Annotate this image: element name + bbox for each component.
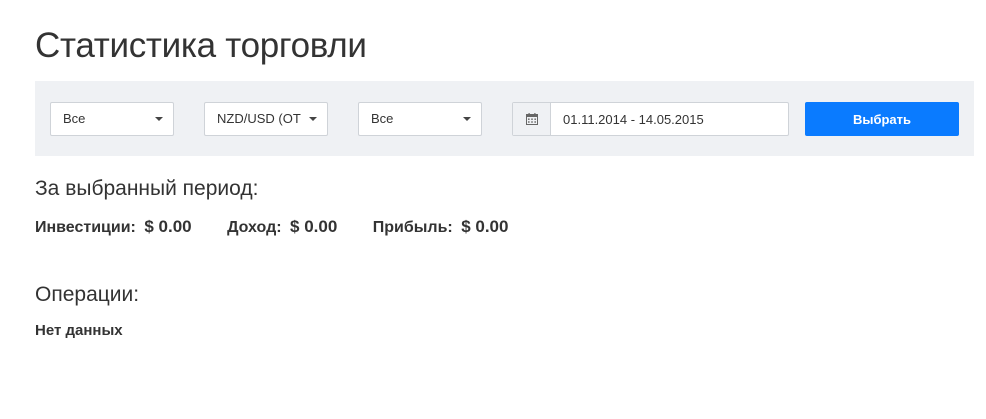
stat-profit-value: $ 0.00 [461,217,509,236]
stat-income-value: $ 0.00 [290,217,338,236]
caret-down-icon [309,117,317,121]
stat-income-label: Доход: [227,219,282,236]
stat-investments-label: Инвестиции: [35,219,136,236]
stat-profit-label: Прибыль: [372,219,453,236]
period-stats: Инвестиции: $ 0.00 Доход: $ 0.00 Прибыль… [35,216,539,238]
type-select[interactable]: Все [50,102,174,136]
date-range-input[interactable] [551,103,788,135]
stat-profit: Прибыль: $ 0.00 [373,216,509,239]
calendar-icon [526,113,538,125]
empty-state-text: Нет данных [35,322,123,339]
asset-select-value: NZD/USD (OTC) [217,111,301,126]
filter-bar: Все NZD/USD (OTC) Все Выбрать [35,81,974,156]
page-title: Статистика торговли [35,26,367,65]
status-select-value: Все [371,111,394,126]
period-title: За выбранный период: [35,177,259,200]
caret-down-icon [155,117,163,121]
calendar-addon[interactable] [513,103,551,135]
type-select-value: Все [63,111,86,126]
caret-down-icon [463,117,471,121]
stat-investments-value: $ 0.00 [144,217,192,236]
asset-select[interactable]: NZD/USD (OTC) [204,102,328,136]
select-button[interactable]: Выбрать [805,102,959,136]
operations-title: Операции: [35,283,140,306]
status-select[interactable]: Все [358,102,482,136]
stat-investments: Инвестиции: $ 0.00 [35,216,192,239]
stat-income: Доход: $ 0.00 [227,216,337,239]
date-range-picker[interactable] [512,102,789,136]
